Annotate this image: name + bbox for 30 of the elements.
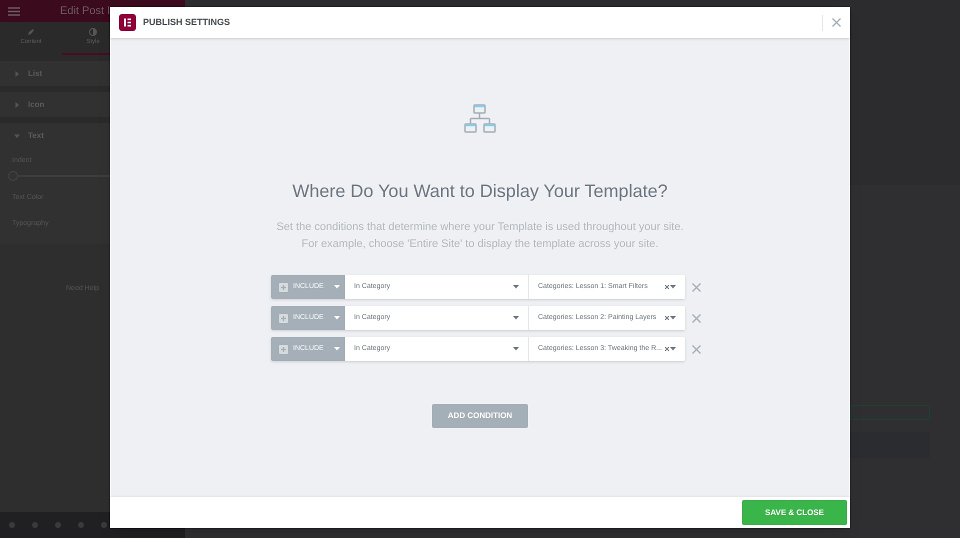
save-close-button[interactable]: SAVE & CLOSE [742,500,847,525]
panel-title: Edit Post I [60,4,110,19]
hierarchy-icon [464,104,496,135]
plus-square-icon [279,344,288,354]
clear-icon[interactable] [665,285,669,289]
caret-icon [670,347,676,351]
caret-icon [670,316,676,320]
pencil-icon [27,28,35,36]
modal-heading: Where Do You Want to Display Your Template? [292,180,668,203]
caret-icon [334,316,340,320]
modal-description: Set the conditions that determine where your Template is used throughout your site. For example, choose 'Entire Site' to display the template across your site. [275,220,685,252]
modal-title: PUBLISH SETTINGS [143,16,230,29]
close-icon[interactable] [832,18,841,27]
remove-icon[interactable] [692,282,701,292]
clear-icon[interactable] [665,316,669,320]
clear-icon[interactable] [665,347,669,351]
plus-square-icon [279,314,288,322]
caret-icon [513,285,519,289]
caret-icon [334,285,340,289]
caret-icon [513,347,519,351]
contrast-icon [89,28,97,36]
logo-icon [119,14,136,31]
add-condition-button[interactable]: ADD CONDITION [432,404,528,428]
caret-icon [513,316,519,320]
remove-icon[interactable] [692,344,701,354]
plus-square-icon [279,282,288,292]
caret-icon [334,347,340,351]
caret-icon [670,285,676,289]
remove-icon[interactable] [692,314,701,322]
menu-icon[interactable] [8,6,20,16]
